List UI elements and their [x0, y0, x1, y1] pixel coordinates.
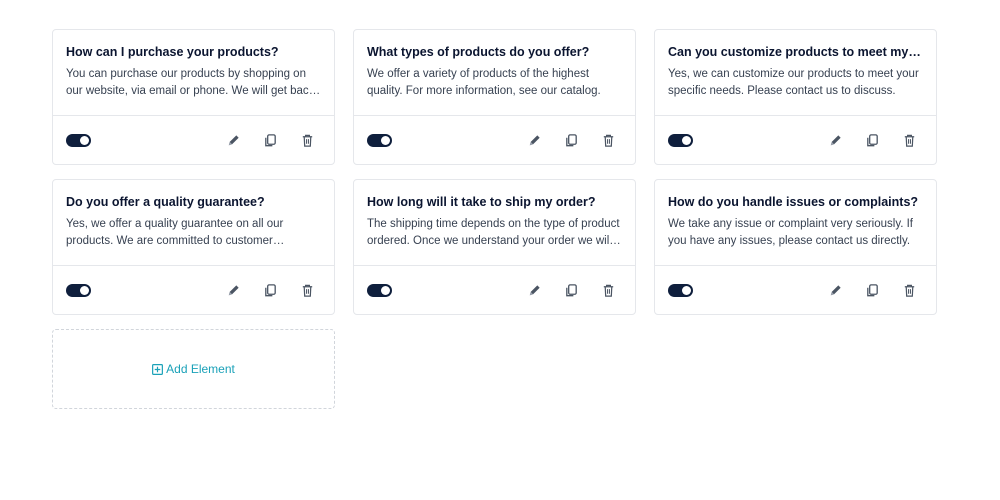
- card-title: How do you handle issues or complaints?: [668, 195, 919, 209]
- card-footer: [655, 266, 936, 314]
- toggle-knob: [381, 285, 390, 295]
- toggle-knob: [80, 285, 89, 295]
- edit-button[interactable]: [827, 132, 844, 149]
- card-title: How can I purchase your products?: [66, 45, 279, 59]
- plus-square-icon: [152, 363, 164, 375]
- card-description: You can purchase our products by shoppin…: [66, 68, 315, 97]
- card-actions: [526, 266, 617, 314]
- duplicate-button[interactable]: [864, 282, 881, 299]
- card-body: Do you offer a quality guarantee? Yes, w…: [53, 180, 334, 266]
- copy-icon: [265, 133, 276, 146]
- trash-icon: [603, 134, 614, 147]
- card-description: We take any issue or complaint very seri…: [668, 218, 914, 247]
- card-title: How long will it take to ship my order?: [367, 195, 596, 209]
- copy-icon: [265, 283, 276, 296]
- card-footer: [53, 116, 334, 164]
- pencil-icon: [830, 134, 841, 145]
- card-description: We offer a variety of products of the hi…: [367, 68, 601, 97]
- edit-button[interactable]: [526, 282, 543, 299]
- card-body: How long will it take to ship my order? …: [354, 180, 635, 266]
- edit-button[interactable]: [827, 282, 844, 299]
- delete-button[interactable]: [901, 282, 918, 299]
- pencil-icon: [228, 284, 239, 295]
- trash-icon: [904, 284, 915, 297]
- card-actions: [526, 116, 617, 164]
- toggle-knob: [80, 135, 89, 145]
- card-footer: [354, 266, 635, 314]
- edit-button[interactable]: [225, 282, 242, 299]
- duplicate-button[interactable]: [262, 132, 279, 149]
- copy-icon: [867, 133, 878, 146]
- pencil-icon: [830, 284, 841, 295]
- edit-button[interactable]: [225, 132, 242, 149]
- delete-button[interactable]: [299, 282, 316, 299]
- trash-icon: [302, 284, 313, 297]
- faq-card: What types of products do you offer? We …: [353, 29, 636, 165]
- card-description: Yes, we offer a quality guarantee on all…: [66, 218, 284, 247]
- pencil-icon: [529, 134, 540, 145]
- faq-card: How do you handle issues or complaints? …: [654, 179, 937, 315]
- toggle-knob: [682, 135, 691, 145]
- card-title: What types of products do you offer?: [367, 45, 590, 59]
- enable-toggle[interactable]: [367, 133, 392, 147]
- enable-toggle[interactable]: [66, 283, 91, 297]
- trash-icon: [904, 134, 915, 147]
- trash-icon: [302, 134, 313, 147]
- card-footer: [354, 116, 635, 164]
- card-body: What types of products do you offer? We …: [354, 30, 635, 116]
- enable-toggle[interactable]: [668, 133, 693, 147]
- add-element-button[interactable]: Add Element: [52, 329, 335, 409]
- delete-button[interactable]: [600, 132, 617, 149]
- duplicate-button[interactable]: [563, 282, 580, 299]
- pencil-icon: [529, 284, 540, 295]
- trash-icon: [603, 284, 614, 297]
- card-body: Can you customize products to meet my ne…: [655, 30, 936, 116]
- card-body: How do you handle issues or complaints? …: [655, 180, 936, 266]
- faq-card: Can you customize products to meet my ne…: [654, 29, 937, 165]
- enable-toggle[interactable]: [66, 133, 91, 147]
- faq-card: How can I purchase your products? You ca…: [52, 29, 335, 165]
- copy-icon: [867, 283, 878, 296]
- delete-button[interactable]: [600, 282, 617, 299]
- faq-card: Do you offer a quality guarantee? Yes, w…: [52, 179, 335, 315]
- edit-button[interactable]: [526, 132, 543, 149]
- card-actions: [827, 116, 918, 164]
- duplicate-button[interactable]: [563, 132, 580, 149]
- card-actions: [827, 266, 918, 314]
- enable-toggle[interactable]: [367, 283, 392, 297]
- card-actions: [225, 116, 316, 164]
- add-element-label: Add Element: [166, 362, 235, 376]
- card-footer: [53, 266, 334, 314]
- card-title: Can you customize products to meet my ne…: [668, 45, 923, 59]
- card-description: Yes, we can customize our products to me…: [668, 68, 919, 97]
- add-element-content: Add Element: [152, 362, 235, 376]
- card-body: How can I purchase your products? You ca…: [53, 30, 334, 116]
- copy-icon: [566, 283, 577, 296]
- card-title: Do you offer a quality guarantee?: [66, 195, 265, 209]
- copy-icon: [566, 133, 577, 146]
- card-actions: [225, 266, 316, 314]
- delete-button[interactable]: [299, 132, 316, 149]
- delete-button[interactable]: [901, 132, 918, 149]
- enable-toggle[interactable]: [668, 283, 693, 297]
- pencil-icon: [228, 134, 239, 145]
- duplicate-button[interactable]: [262, 282, 279, 299]
- faq-card: How long will it take to ship my order? …: [353, 179, 636, 315]
- toggle-knob: [381, 135, 390, 145]
- duplicate-button[interactable]: [864, 132, 881, 149]
- toggle-knob: [682, 285, 691, 295]
- card-footer: [655, 116, 936, 164]
- faq-grid: How can I purchase your products? You ca…: [52, 29, 937, 409]
- card-description: The shipping time depends on the type of…: [367, 218, 620, 247]
